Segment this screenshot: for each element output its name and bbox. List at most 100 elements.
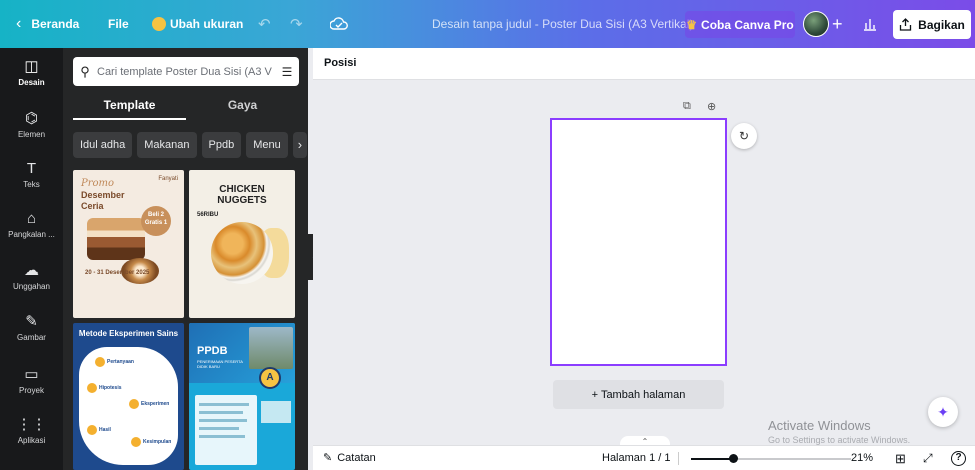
duplicate-page-icon[interactable]: ⧉	[683, 100, 691, 113]
chip-menu[interactable]: Menu	[246, 132, 288, 158]
home-button[interactable]: ‹ Beranda	[16, 0, 79, 48]
zoom-slider-fill	[691, 458, 733, 460]
layout-icon: ◫	[24, 58, 39, 75]
notes-button[interactable]: ✎ Catatan	[323, 446, 376, 470]
side-photo	[261, 401, 291, 423]
template-card-science[interactable]: Metode Eksperimen Sains Pertanyaan Hipot…	[73, 323, 184, 470]
zoom-slider-handle[interactable]	[729, 454, 738, 463]
rail-item-elements[interactable]: ⌬ Elemen	[0, 110, 63, 139]
template-subheading: PENERIMAAN PESERTA DIDIK BARU	[197, 359, 243, 369]
share-icon	[900, 18, 912, 31]
crown-icon	[152, 17, 166, 31]
info-line	[199, 427, 239, 430]
grid-view-icon[interactable]: ⊞	[895, 446, 906, 470]
divider	[678, 452, 679, 465]
sparkle-icon: ✦	[937, 403, 949, 420]
resize-label: Ubah ukuran	[170, 17, 244, 31]
help-button[interactable]: ?	[951, 451, 966, 466]
footer-bar: ✎ Catatan Halaman 1 / 1 21% ⊞ ⤢ ?	[313, 445, 975, 470]
rail-label: Pangkalan ...	[8, 230, 55, 239]
redo-button[interactable]: ↷	[290, 0, 303, 48]
rail-item-brand[interactable]: ⌂ Pangkalan ...	[0, 210, 63, 239]
magic-assistant-button[interactable]: ✦	[928, 397, 958, 427]
cloud-sync-button[interactable]	[330, 0, 348, 48]
undo-button[interactable]: ↶	[258, 0, 271, 48]
chip-ppdb[interactable]: Ppdb	[201, 132, 242, 158]
chevron-left-icon: ‹	[16, 15, 22, 32]
info-line	[199, 419, 247, 422]
try-pro-label: Coba Canva Pro	[701, 17, 794, 32]
resize-button[interactable]: Ubah ukuran	[152, 0, 243, 48]
rail-item-text[interactable]: T Teks	[0, 160, 63, 189]
share-label: Bagikan	[918, 17, 965, 32]
template-heading-line: NUGGETS	[217, 195, 267, 206]
template-heading: Metode Eksperimen Sains	[78, 329, 179, 338]
add-page-button[interactable]: + Tambah halaman	[553, 380, 724, 409]
template-heading-line: CHICKEN	[219, 184, 265, 195]
bar-chart-icon	[864, 19, 876, 31]
top-bar: ‹ Beranda File Ubah ukuran ↶ ↷ Desain ta…	[0, 0, 975, 48]
add-collaborator-button[interactable]: +	[832, 14, 843, 35]
chevron-right-icon[interactable]: ›	[292, 132, 308, 158]
shapes-icon: ⌬	[24, 110, 39, 127]
rotate-button[interactable]: ↻	[731, 123, 757, 149]
redo-icon: ↷	[290, 16, 303, 33]
zoom-level[interactable]: 21%	[851, 446, 873, 470]
try-pro-button[interactable]: ♛ Coba Canva Pro	[685, 11, 795, 38]
add-page-icon[interactable]: ⊕	[707, 100, 716, 113]
step-label: Hasil	[99, 427, 111, 433]
fullscreen-icon[interactable]: ⤢	[923, 446, 933, 470]
step-label: Hipotesis	[99, 385, 122, 391]
design-page[interactable]	[550, 118, 727, 366]
search-placeholder: Cari template Poster Dua Sisi (A3 V	[97, 65, 272, 78]
upload-icon: ☁	[24, 262, 39, 279]
folder-icon: ▭	[24, 366, 39, 383]
template-card-promo[interactable]: Promo Desember Ceria Fanyati Beli 2 Grat…	[73, 170, 184, 318]
tab-template[interactable]: Template	[73, 92, 186, 120]
rail-item-apps[interactable]: ⋮⋮ Aplikasi	[0, 416, 63, 445]
template-panel: ⚲ Cari template Poster Dua Sisi (A3 V ☰ …	[63, 48, 308, 470]
search-icon: ⚲	[80, 63, 90, 79]
cake-image	[87, 218, 145, 260]
file-menu[interactable]: File	[108, 0, 129, 48]
step-label: Kesimpulan	[143, 439, 172, 445]
rail-item-projects[interactable]: ▭ Proyek	[0, 366, 63, 395]
template-heading-line: Ceria	[81, 201, 104, 211]
insights-button[interactable]	[858, 12, 882, 36]
step-dot	[131, 437, 141, 447]
draw-icon: ✎	[25, 313, 38, 330]
share-button[interactable]: Bagikan	[893, 10, 971, 39]
chip-idul-adha[interactable]: Idul adha	[73, 132, 133, 158]
avatar[interactable]	[803, 11, 829, 37]
activation-watermark-title: Activate Windows	[768, 418, 871, 433]
rail-item-design[interactable]: ◫ Desain	[0, 58, 63, 87]
document-title[interactable]: Desain tanpa judul - Poster Dua Sisi (A3…	[432, 0, 693, 48]
chip-makanan[interactable]: Makanan	[137, 132, 197, 158]
side-rail: ◫ Desain ⌬ Elemen T Teks ⌂ Pangkalan ...…	[0, 48, 63, 470]
template-card-ppdb[interactable]: PPDB PENERIMAAN PESERTA DIDIK BARU A	[189, 323, 295, 470]
rail-item-uploads[interactable]: ☁ Unggahan	[0, 262, 63, 291]
rail-label: Elemen	[17, 130, 46, 139]
home-label: Beranda	[31, 17, 80, 31]
step-dot	[95, 357, 105, 367]
text-icon: T	[26, 160, 37, 177]
rail-label: Unggahan	[13, 282, 50, 291]
template-date: 20 - 31 Desember 2025	[85, 270, 150, 276]
panel-tabs: Template Gaya	[73, 92, 299, 120]
template-card-nuggets[interactable]: CHICKEN NUGGETS 56RIBU	[189, 170, 295, 318]
search-input[interactable]: ⚲ Cari template Poster Dua Sisi (A3 V ☰	[73, 57, 299, 86]
school-photo	[249, 327, 293, 369]
step-dot	[129, 399, 139, 409]
rail-item-draw[interactable]: ✎ Gambar	[0, 313, 63, 342]
page-indicator[interactable]: Halaman 1 / 1	[602, 446, 670, 470]
rotate-icon: ↻	[738, 129, 750, 143]
info-line	[199, 435, 245, 438]
info-line	[199, 411, 243, 414]
rail-label: Proyek	[19, 386, 44, 395]
position-button[interactable]: Posisi	[324, 48, 356, 78]
filter-icon[interactable]: ☰	[275, 65, 299, 79]
step-label: Eksperimen	[141, 401, 170, 407]
undo-icon: ↶	[258, 16, 271, 33]
tab-style[interactable]: Gaya	[186, 92, 299, 120]
template-heading: CHICKEN NUGGETS	[189, 184, 295, 206]
